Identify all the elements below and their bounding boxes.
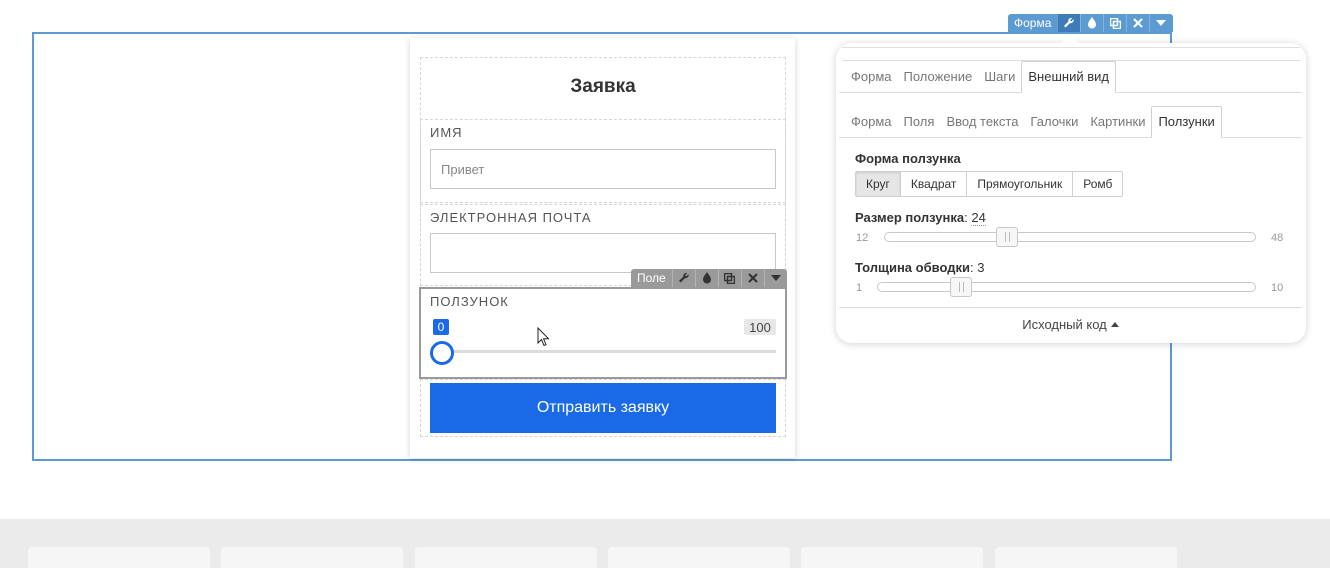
panel-pointer	[1062, 34, 1078, 43]
field-toolbar-label[interactable]: Поле	[631, 269, 672, 287]
name-input-value: Привет	[441, 161, 485, 177]
name-input[interactable]: Привет	[430, 149, 776, 189]
size-range-track[interactable]	[884, 232, 1256, 242]
wrench-icon[interactable]	[1057, 14, 1081, 32]
footer-card[interactable]	[415, 547, 597, 568]
size-max-label: 48	[1271, 232, 1284, 244]
size-value: 24	[971, 210, 986, 226]
submit-button[interactable]: Отправить заявку	[430, 383, 776, 433]
caret-up-icon	[1110, 321, 1119, 327]
shape-circle-button[interactable]: Круг	[855, 171, 901, 197]
shape-rectangle-button[interactable]: Прямоугольник	[966, 171, 1074, 197]
size-min-label: 12	[856, 232, 869, 244]
slider-field-label: ПОЛЗУНОК	[430, 294, 509, 309]
tab-form[interactable]: Форма	[845, 62, 898, 92]
slider-max-badge: 100	[744, 319, 776, 335]
email-input[interactable]	[430, 233, 776, 273]
subtab-sliders[interactable]: Ползунки	[1151, 106, 1222, 138]
shape-options: Круг Квадрат Прямоугольник Ромб	[855, 171, 1124, 197]
slider-thumb[interactable]	[430, 341, 454, 365]
sub-tabs: Форма Поля Ввод текста Галочки Картинки …	[839, 106, 1302, 138]
form-title: Заявка	[570, 76, 636, 97]
copy-icon[interactable]	[1103, 14, 1126, 32]
subtab-form[interactable]: Форма	[845, 107, 898, 137]
size-range-handle[interactable]	[996, 227, 1018, 247]
name-field-label: ИМЯ	[430, 125, 463, 140]
tab-position[interactable]: Положение	[898, 62, 979, 92]
close-icon[interactable]	[1126, 14, 1149, 32]
field-toolbar: Поле	[631, 269, 787, 287]
border-range-handle[interactable]	[950, 277, 972, 297]
footer-card[interactable]	[608, 547, 790, 568]
border-max-label: 10	[1271, 282, 1284, 294]
tab-steps[interactable]: Шаги	[978, 62, 1021, 92]
wrench-icon[interactable]	[671, 269, 695, 287]
source-code-toggle[interactable]: Исходный код	[839, 307, 1302, 340]
subtab-fields[interactable]: Поля	[898, 107, 941, 137]
border-title: Толщина обводки	[855, 260, 970, 275]
caret-down-icon[interactable]	[763, 269, 787, 287]
shape-diamond-button[interactable]: Ромб	[1072, 171, 1124, 197]
border-title-row: Толщина обводки: 3	[855, 260, 985, 275]
slider-track[interactable]	[440, 350, 776, 353]
form-toolbar-label[interactable]: Форма	[1008, 14, 1057, 32]
caret-down-icon[interactable]	[1149, 14, 1172, 32]
shape-square-button[interactable]: Квадрат	[899, 171, 968, 197]
close-icon[interactable]	[740, 269, 764, 287]
form-block-toolbar: Форма	[1008, 14, 1173, 32]
size-title-row: Размер ползунка: 24	[855, 210, 986, 226]
panel-header-lines	[842, 47, 1300, 61]
subtab-images[interactable]: Картинки	[1084, 107, 1151, 137]
footer-card[interactable]	[801, 547, 983, 568]
border-min-label: 1	[856, 282, 863, 294]
tab-appearance[interactable]: Внешний вид	[1021, 61, 1116, 93]
footer-card[interactable]	[995, 547, 1177, 568]
size-title: Размер ползунка	[855, 210, 965, 225]
source-code-label: Исходный код	[1022, 316, 1107, 332]
drop-icon[interactable]	[694, 269, 718, 287]
email-field-label: ЭЛЕКТРОННАЯ ПОЧТА	[430, 210, 592, 225]
footer-card[interactable]	[221, 547, 403, 568]
copy-icon[interactable]	[717, 269, 741, 287]
main-tabs: Форма Положение Шаги Внешний вид	[839, 61, 1302, 93]
footer-card[interactable]	[28, 547, 210, 568]
mouse-cursor-icon	[537, 327, 550, 347]
border-value: 3	[977, 260, 985, 275]
slider-min-badge: 0	[433, 319, 449, 335]
subtab-text-input[interactable]: Ввод текста	[940, 107, 1024, 137]
subtab-checkboxes[interactable]: Галочки	[1024, 107, 1084, 137]
drop-icon[interactable]	[1080, 14, 1103, 32]
border-range-track[interactable]	[877, 282, 1256, 292]
shape-title: Форма ползунка	[855, 151, 961, 166]
